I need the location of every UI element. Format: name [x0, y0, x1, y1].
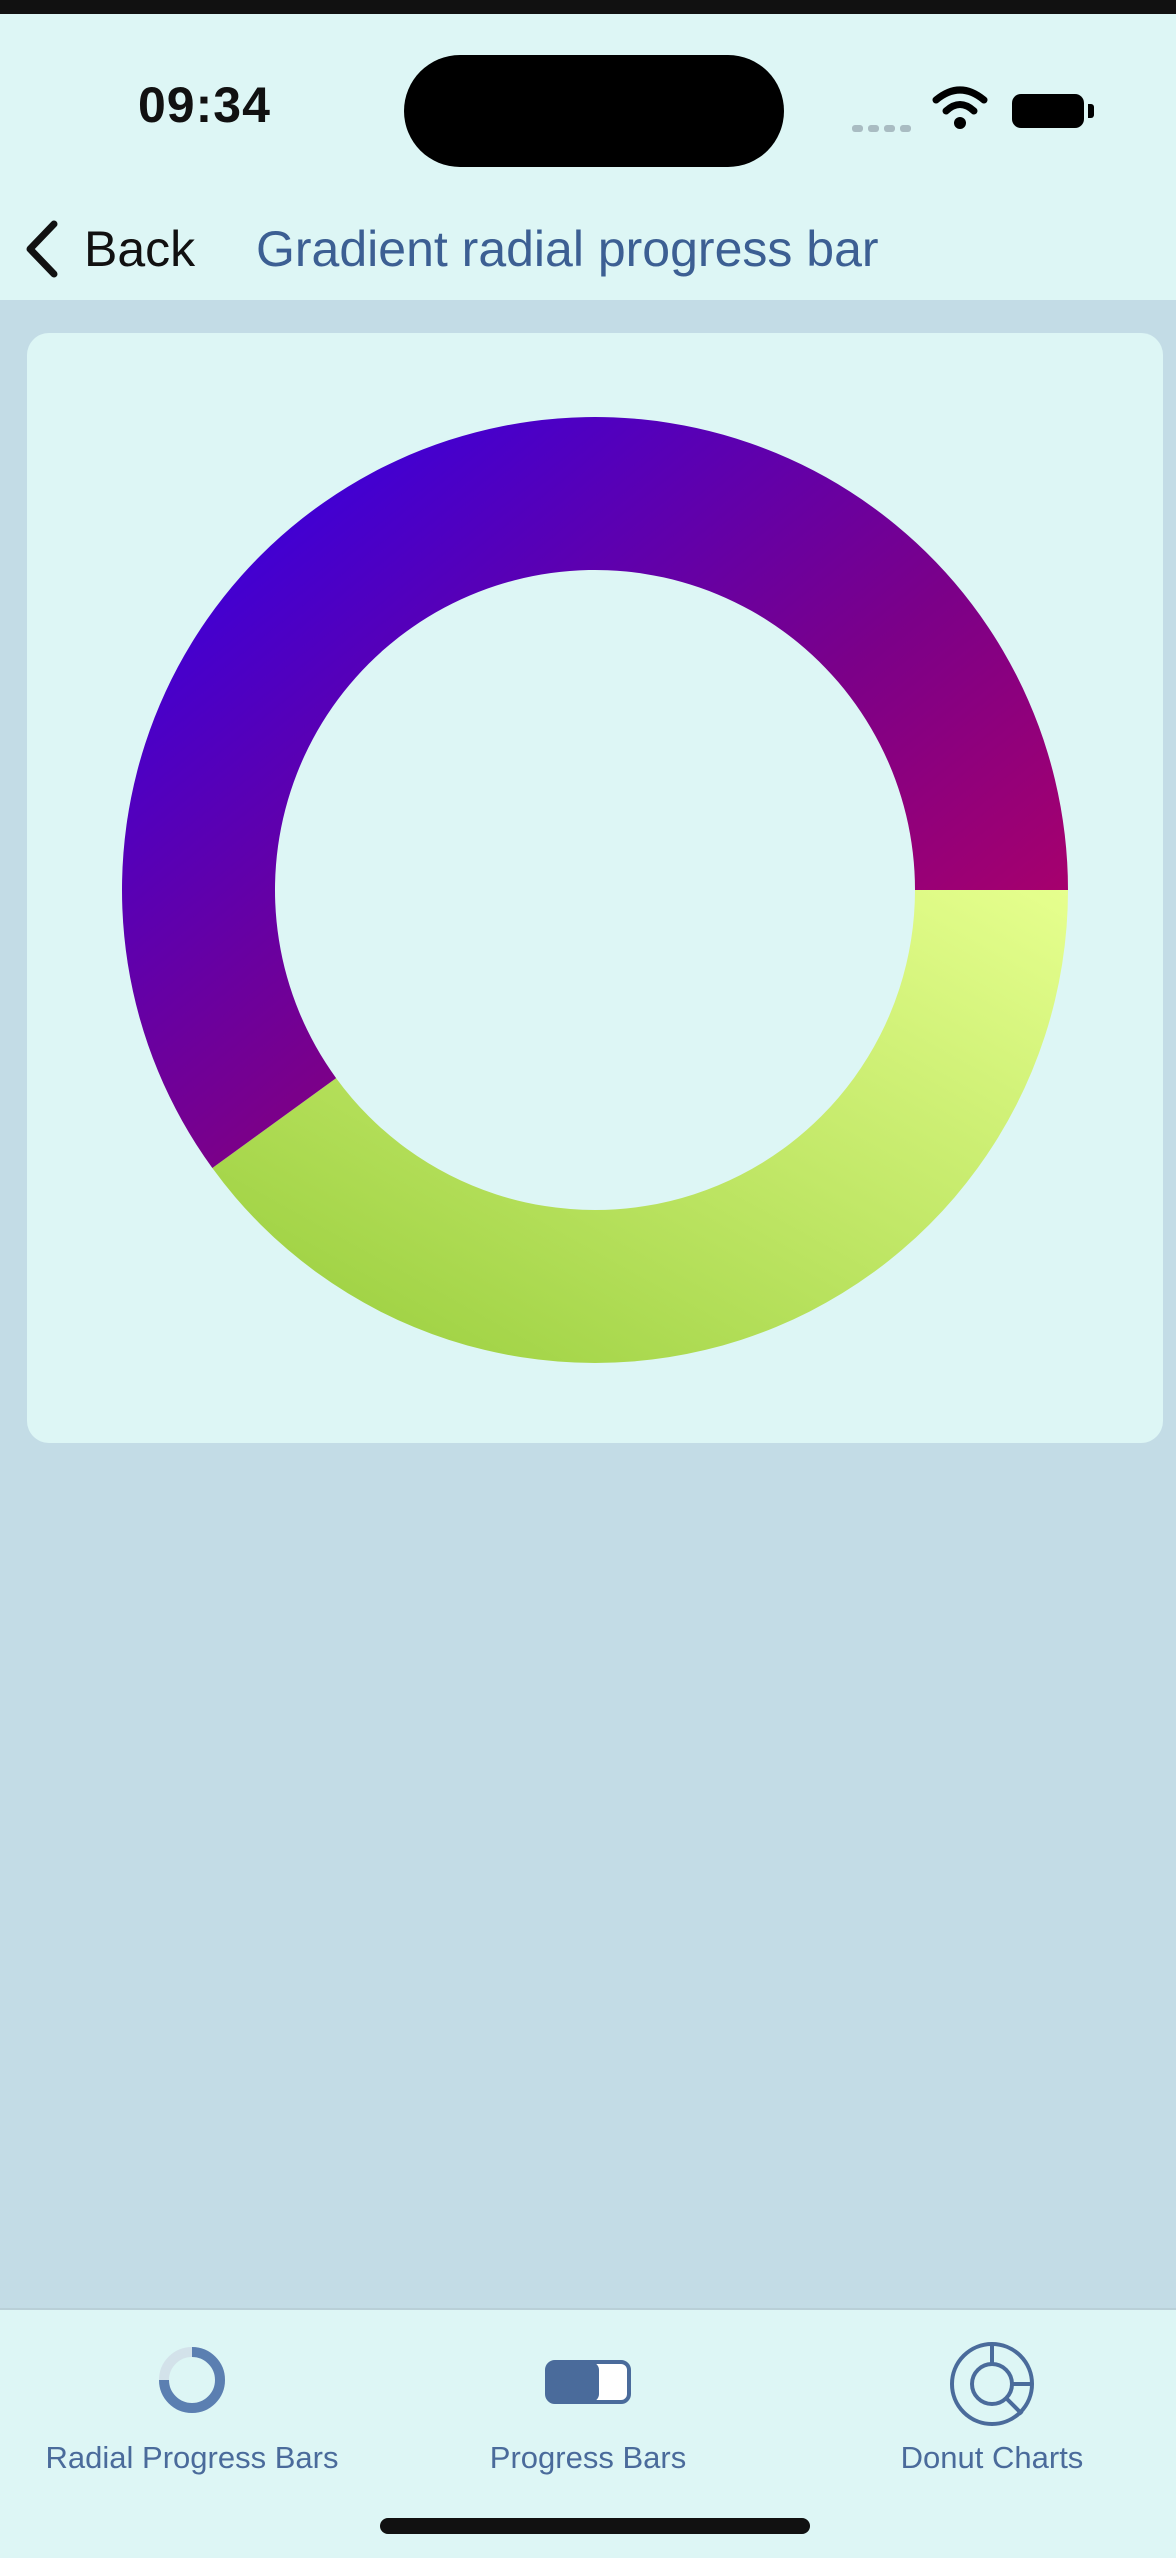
- tab-label: Radial Progress Bars: [45, 2440, 339, 2475]
- progress-remainder-arc: [212, 890, 1068, 1363]
- donut-chart-icon: [950, 2342, 1034, 2426]
- radial-progress-icon: [159, 2347, 225, 2413]
- progress-bar-icon: [545, 2360, 631, 2404]
- home-indicator: [380, 2518, 810, 2534]
- tab-label: Progress Bars: [489, 2440, 687, 2475]
- gradient-radial-progress-chart: [121, 416, 1068, 1363]
- tab-label: Donut Charts: [900, 2440, 1084, 2475]
- tab-donut-charts[interactable]: Donut Charts: [802, 2330, 1176, 2480]
- tab-progress-bars[interactable]: Progress Bars: [398, 2330, 778, 2480]
- tab-radial-progress-bars[interactable]: Radial Progress Bars: [2, 2330, 382, 2480]
